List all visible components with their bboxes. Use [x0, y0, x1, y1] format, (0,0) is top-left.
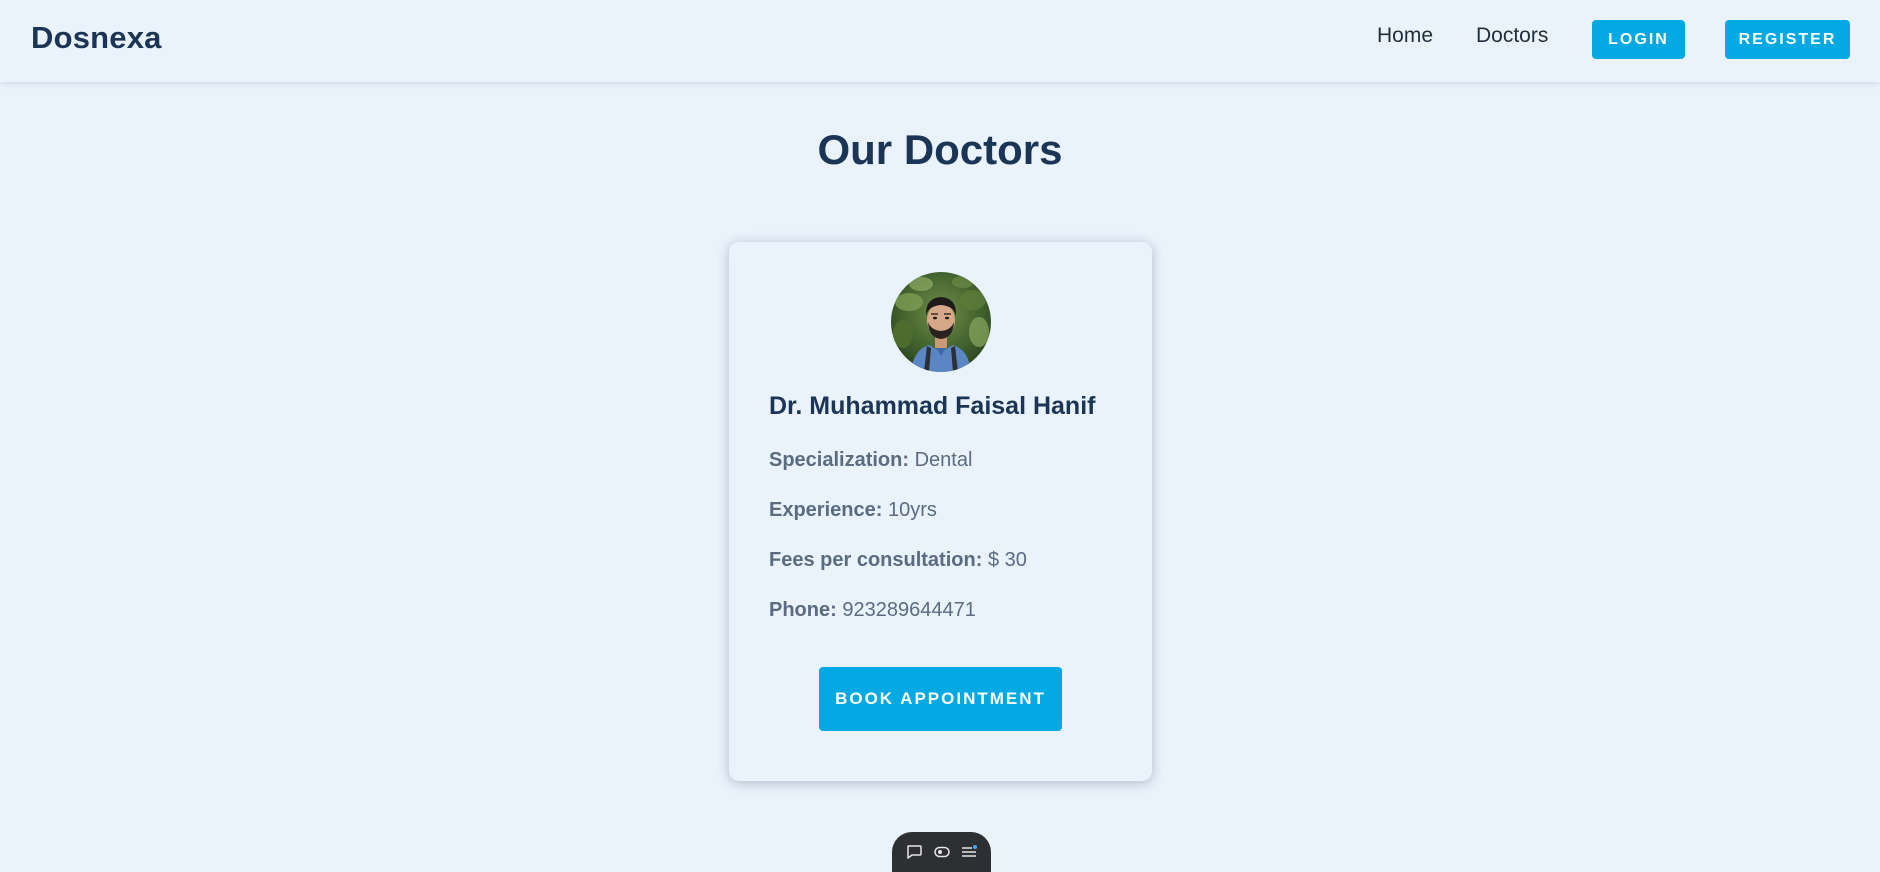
- phone-value: 923289644471: [842, 599, 976, 621]
- doctor-card: Dr. Muhammad Faisal Hanif Specialization…: [729, 242, 1152, 781]
- site-header: Dosnexa Home Doctors LOGIN REGISTER: [0, 0, 1880, 82]
- doctor-name: Dr. Muhammad Faisal Hanif: [769, 392, 1096, 420]
- experience-row: Experience: 10yrs: [769, 499, 937, 522]
- fee-value: $ 30: [987, 549, 1027, 571]
- login-button[interactable]: LOGIN: [1592, 20, 1685, 59]
- specialization-value: Dental: [914, 449, 973, 471]
- menu-list-icon[interactable]: [958, 841, 980, 863]
- book-appointment-button[interactable]: BOOK APPOINTMENT: [819, 667, 1062, 731]
- chat-icon[interactable]: [903, 841, 925, 863]
- fee-row: Fees per consultation: $ 30: [769, 549, 1027, 572]
- toggle-view-icon[interactable]: [931, 841, 953, 863]
- site-logo[interactable]: Dosnexa: [31, 20, 162, 56]
- nav-doctors-link[interactable]: Doctors: [1476, 24, 1548, 48]
- phone-label: Phone:: [769, 599, 837, 621]
- doctor-photo: [891, 272, 991, 372]
- phone-row: Phone: 923289644471: [769, 599, 976, 622]
- specialization-label: Specialization:: [769, 449, 910, 471]
- specialization-row: Specialization: Dental: [769, 449, 972, 472]
- floating-toolbar: [892, 832, 991, 872]
- fee-label: Fees per consultation:: [769, 549, 983, 571]
- nav-home-link[interactable]: Home: [1377, 24, 1433, 48]
- register-button[interactable]: REGISTER: [1725, 20, 1850, 59]
- doctor-avatar: [891, 272, 991, 372]
- page-title: Our Doctors: [817, 126, 1063, 173]
- experience-value: 10yrs: [887, 499, 937, 521]
- experience-label: Experience:: [769, 499, 883, 521]
